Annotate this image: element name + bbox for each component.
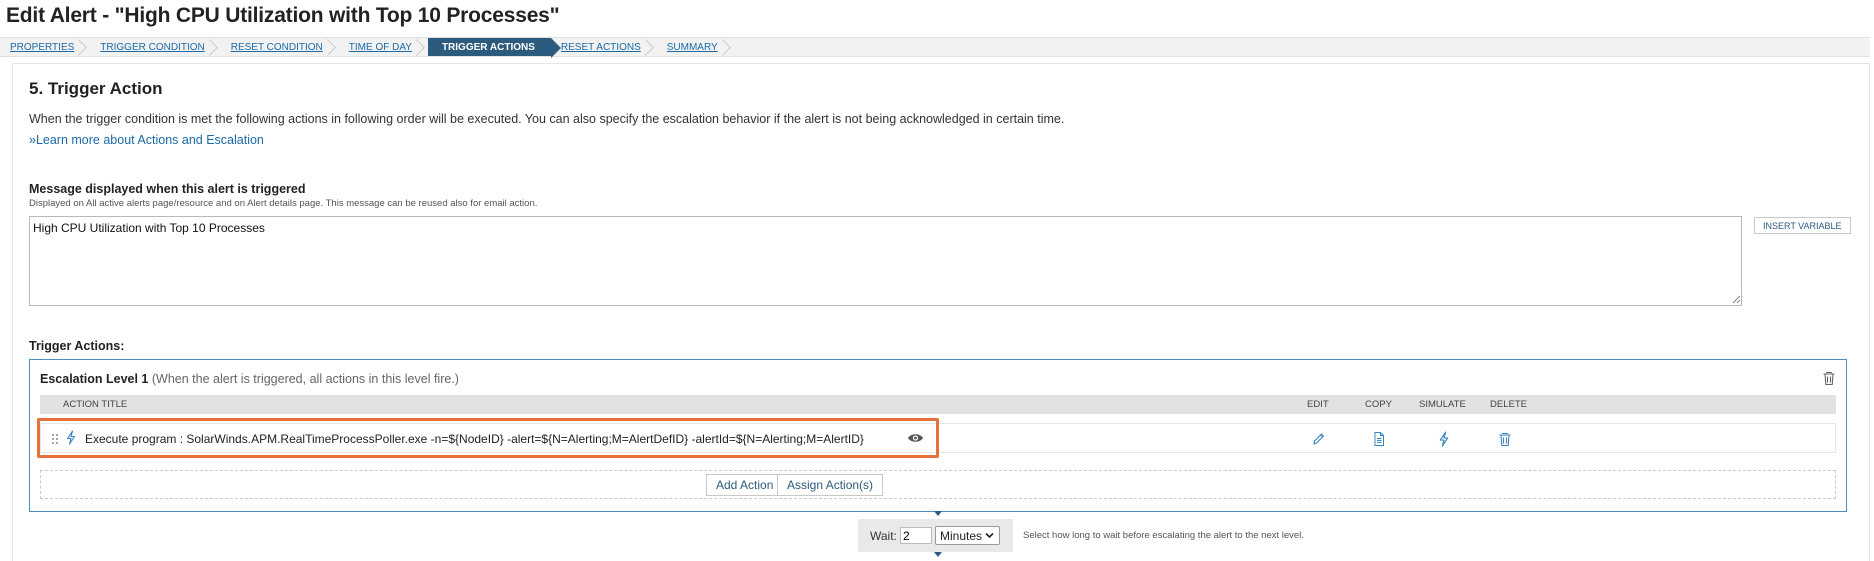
wizard-step-reset-condition[interactable]: RESET CONDITION (221, 38, 339, 56)
escalation-connector-bottom (934, 552, 942, 557)
wizard-breadcrumb: PROPERTIES TRIGGER CONDITION RESET CONDI… (0, 37, 1870, 58)
col-copy: COPY (1365, 399, 1392, 410)
wait-help: Select how long to wait before escalatin… (1023, 530, 1304, 541)
page-title: Edit Alert - "High CPU Utilization with … (6, 4, 560, 27)
delete-trash-icon[interactable] (1498, 431, 1512, 447)
escalation-title: Escalation Level 1 (When the alert is tr… (40, 372, 459, 386)
assign-actions-button[interactable]: Assign Action(s) (777, 474, 884, 496)
add-action-button[interactable]: Add Action (706, 474, 784, 496)
wait-unit-select[interactable]: Minutes (935, 526, 1000, 545)
learn-more-link[interactable]: »Learn more about Actions and Escalation (29, 133, 264, 147)
insert-variable-button[interactable]: INSERT VARIABLE (1754, 217, 1851, 234)
col-edit: EDIT (1307, 399, 1329, 410)
wait-unit-value: Minutes (940, 528, 983, 543)
lightning-icon (66, 430, 76, 445)
message-label: Message displayed when this alert is tri… (29, 182, 306, 196)
actions-table-header: ACTION TITLE EDIT COPY SIMULATE DELETE (40, 395, 1836, 414)
trigger-actions-label: Trigger Actions: (29, 339, 125, 353)
section-title: 5. Trigger Action (29, 79, 163, 98)
simulate-lightning-icon[interactable] (1437, 431, 1451, 447)
add-action-zone: Add Action Assign Action(s) (40, 470, 1836, 499)
escalation-level-panel: Escalation Level 1 (When the alert is tr… (29, 359, 1847, 512)
col-simulate: SIMULATE (1419, 399, 1466, 410)
escalation-connector-top (934, 511, 942, 516)
edit-pencil-icon[interactable] (1311, 431, 1325, 447)
wait-value-input[interactable] (900, 527, 932, 544)
wait-control: Wait: Minutes (858, 519, 1013, 552)
eye-icon[interactable] (907, 432, 924, 444)
message-help: Displayed on All active alerts page/reso… (29, 198, 538, 209)
wizard-step-summary[interactable]: SUMMARY (657, 38, 734, 56)
drag-handle-icon[interactable] (51, 433, 59, 445)
col-action-title: ACTION TITLE (63, 399, 128, 410)
wizard-step-trigger-actions[interactable]: TRIGGER ACTIONS (427, 38, 561, 58)
section-intro: When the trigger condition is met the fo… (29, 112, 1065, 126)
resize-grip-icon[interactable] (1732, 295, 1741, 304)
copy-document-icon[interactable] (1372, 431, 1386, 447)
trash-icon[interactable] (1822, 370, 1836, 386)
wait-label: Wait: (870, 529, 897, 543)
escalation-level-name: Escalation Level 1 (40, 372, 149, 386)
wizard-step-trigger-condition[interactable]: TRIGGER CONDITION (90, 38, 220, 56)
wizard-step-time-of-day[interactable]: TIME OF DAY (339, 38, 428, 56)
action-title: Execute program : SolarWinds.APM.RealTim… (85, 432, 864, 446)
chevron-down-icon (985, 532, 994, 539)
escalation-note: (When the alert is triggered, all action… (151, 372, 459, 386)
action-row[interactable]: Execute program : SolarWinds.APM.RealTim… (37, 418, 1836, 458)
wizard-step-reset-actions[interactable]: RESET ACTIONS (551, 38, 657, 56)
col-delete: DELETE (1490, 399, 1527, 410)
wizard-step-properties[interactable]: PROPERTIES (0, 38, 90, 56)
message-textarea[interactable]: High CPU Utilization with Top 10 Process… (29, 216, 1742, 306)
